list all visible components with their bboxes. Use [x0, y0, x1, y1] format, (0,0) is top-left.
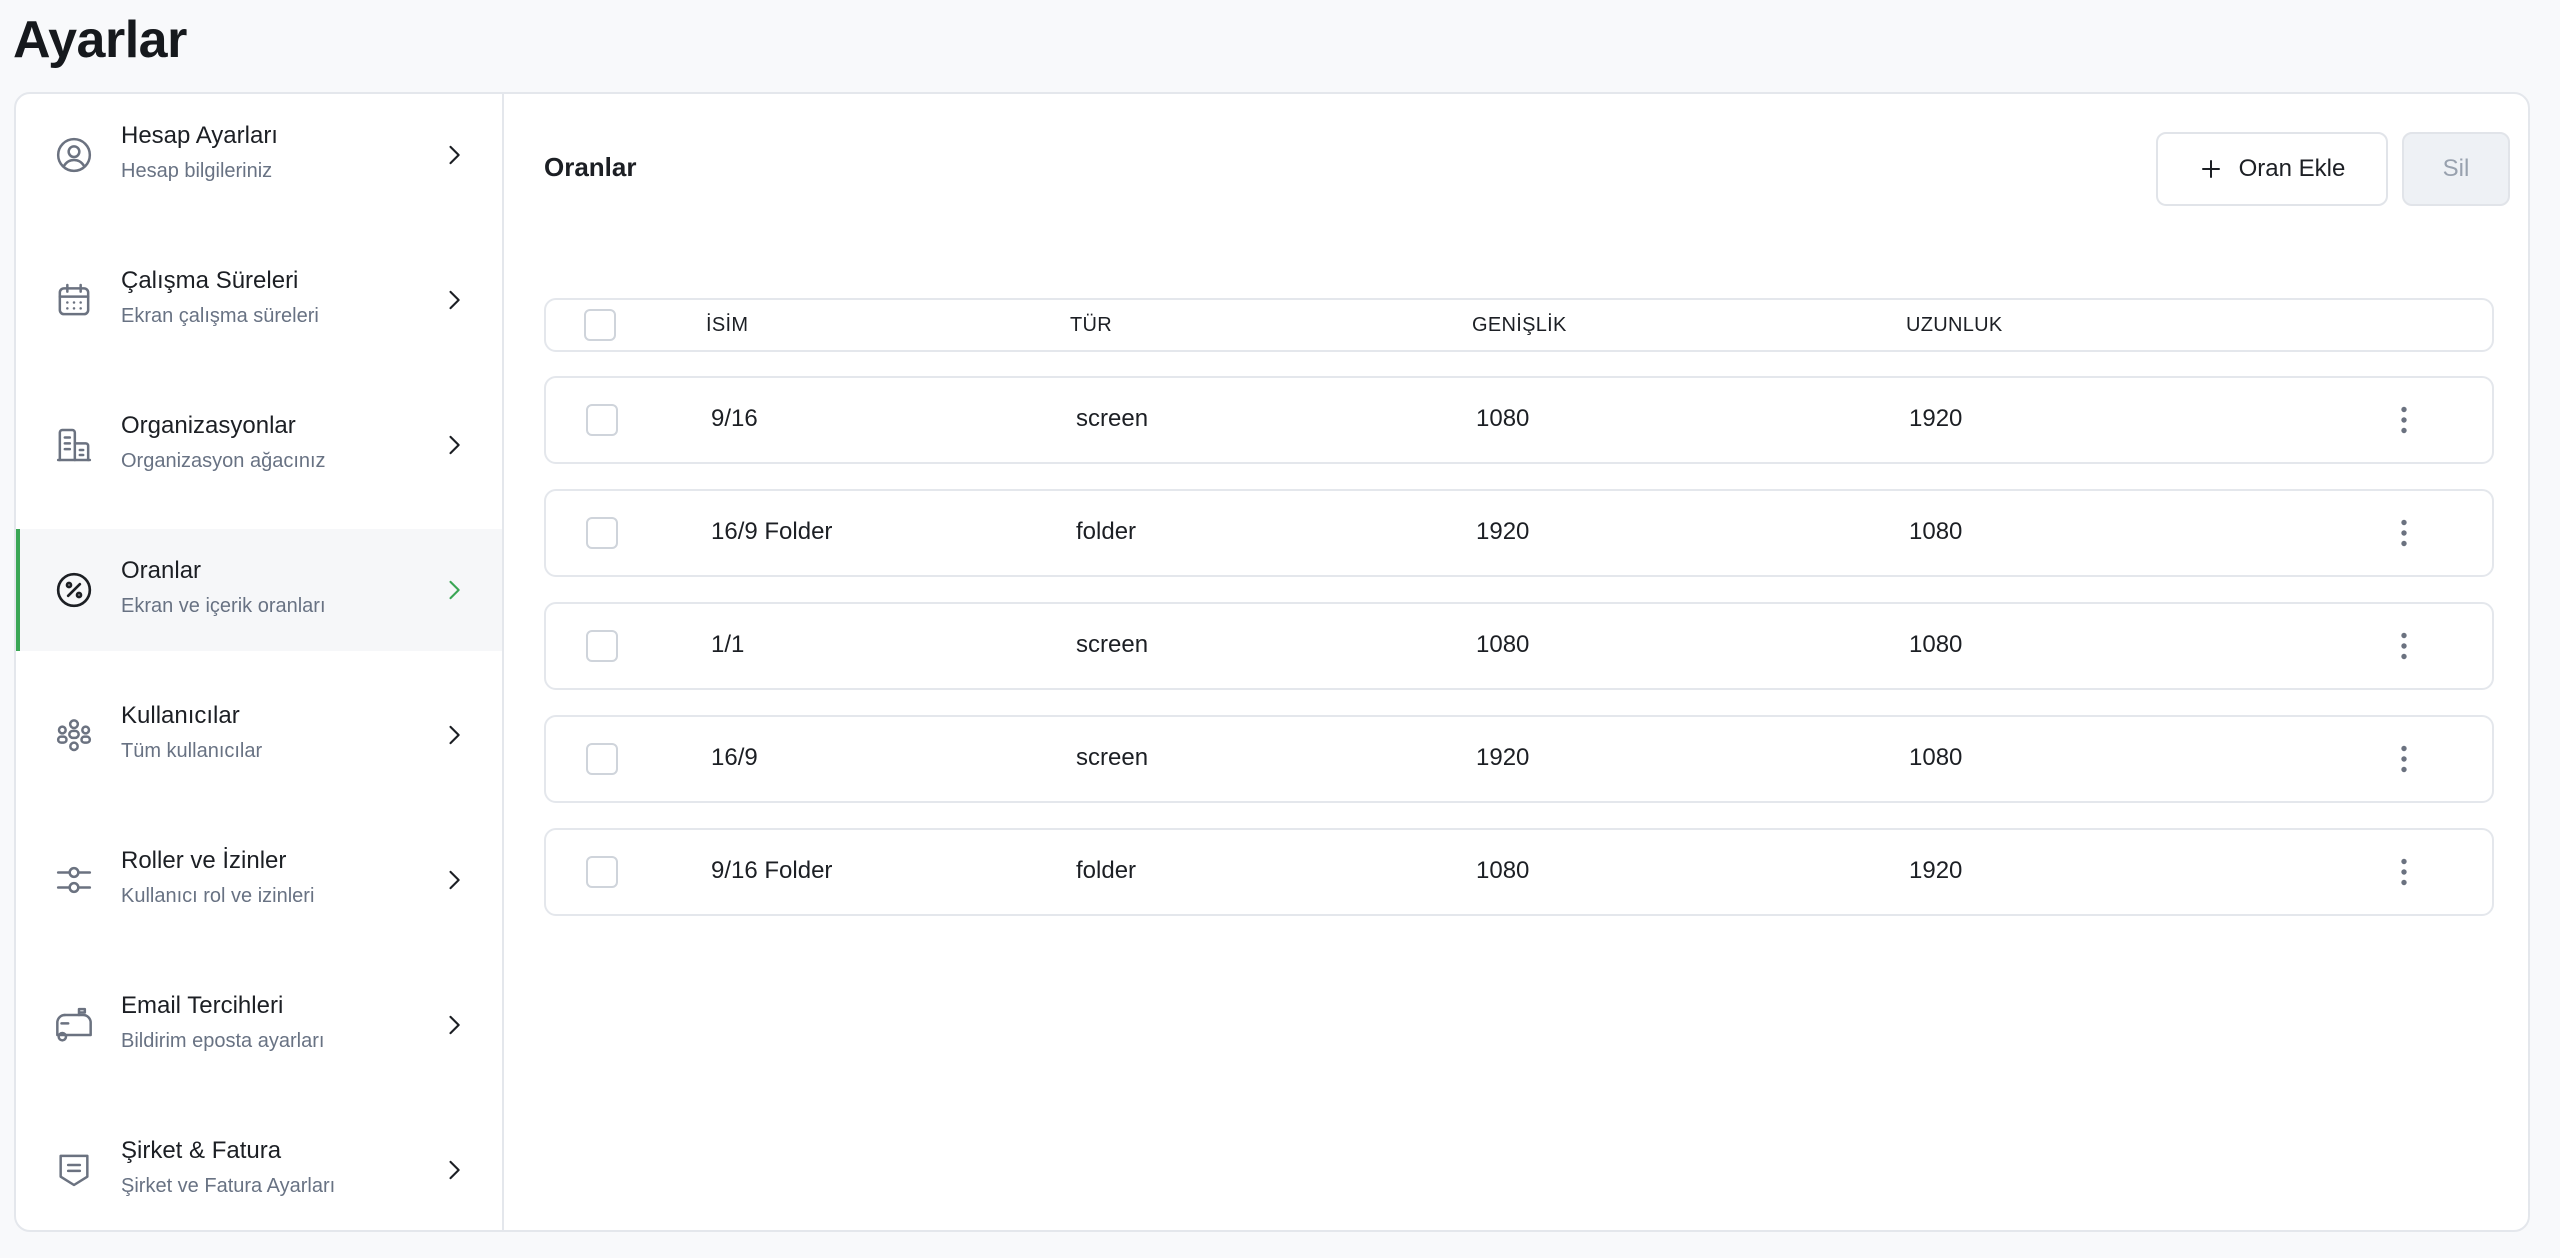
cell-height: 1080 — [1909, 631, 1963, 658]
chevron-right-icon — [440, 286, 468, 314]
invoice-icon — [54, 1150, 94, 1190]
buildings-icon — [54, 425, 94, 465]
table-row: 9/16 Folder folder 1080 1920 — [544, 828, 2494, 916]
sidebar-item-label: Hesap Ayarları — [121, 122, 278, 149]
column-header-type: TÜR — [1070, 314, 1113, 336]
sidebar-item-ratios[interactable]: Oranlar Ekran ve içerik oranları — [16, 529, 502, 651]
cell-name: 1/1 — [711, 631, 745, 658]
sidebar-item-label: Email Tercihleri — [121, 992, 284, 1019]
row-checkbox[interactable] — [586, 630, 618, 662]
sidebar-item-email-preferences[interactable]: Email Tercihleri Bildirim eposta ayarlar… — [16, 964, 502, 1086]
section-title: Oranlar — [544, 152, 637, 182]
chevron-right-icon — [440, 576, 468, 604]
table-header: İSİM TÜR GENİŞLİK UZUNLUK — [544, 298, 2494, 352]
cell-name: 16/9 — [711, 744, 758, 771]
table-row: 1/1 screen 1080 1080 — [544, 602, 2494, 690]
cell-width: 1920 — [1476, 518, 1530, 545]
chevron-right-icon — [440, 866, 468, 894]
sidebar-item-label: Çalışma Süreleri — [121, 267, 299, 294]
users-icon — [54, 715, 94, 755]
chevron-right-icon — [440, 431, 468, 459]
sidebar-item-description: Kullanıcı rol ve izinleri — [121, 885, 315, 907]
ratios-panel: Oranlar Oran Ekle Sil İSİM TÜR GENİŞLİK … — [504, 94, 2528, 1230]
cell-name: 9/16 — [711, 405, 758, 432]
chevron-right-icon — [440, 1011, 468, 1039]
sidebar-item-description: Organizasyon ağacınız — [121, 450, 326, 472]
page-title: Ayarlar — [13, 11, 187, 69]
cell-type: screen — [1076, 405, 1149, 432]
chevron-right-icon — [440, 1156, 468, 1184]
sidebar-item-company-billing[interactable]: Şirket & Fatura Şirket ve Fatura Ayarlar… — [16, 1109, 502, 1230]
column-header-name: İSİM — [706, 314, 749, 336]
row-checkbox[interactable] — [586, 404, 618, 436]
sidebar-item-label: Roller ve İzinler — [121, 847, 287, 874]
sidebar-item-description: Bildirim eposta ayarları — [121, 1030, 325, 1052]
sidebar-item-description: Şirket ve Fatura Ayarları — [121, 1175, 336, 1197]
cell-name: 16/9 Folder — [711, 518, 833, 545]
chevron-right-icon — [440, 141, 468, 169]
sliders-icon — [54, 860, 94, 900]
column-header-width: GENİŞLİK — [1472, 314, 1567, 336]
table-row: 16/9 Folder folder 1920 1080 — [544, 489, 2494, 577]
cell-height: 1080 — [1909, 518, 1963, 545]
cell-height: 1920 — [1909, 857, 1963, 884]
plus-icon — [2199, 157, 2223, 181]
more-vertical-icon[interactable] — [2386, 515, 2422, 551]
cell-width: 1080 — [1476, 857, 1530, 884]
more-vertical-icon[interactable] — [2386, 402, 2422, 438]
cell-width: 1080 — [1476, 631, 1530, 658]
cell-width: 1080 — [1476, 405, 1530, 432]
more-vertical-icon[interactable] — [2386, 741, 2422, 777]
settings-sidebar: Hesap Ayarları Hesap bilgileriniz Çalışm… — [16, 94, 504, 1230]
select-all-checkbox[interactable] — [584, 309, 616, 341]
sidebar-item-label: Kullanıcılar — [121, 702, 240, 729]
cell-type: folder — [1076, 857, 1137, 884]
cell-height: 1080 — [1909, 744, 1963, 771]
settings-card: Hesap Ayarları Hesap bilgileriniz Çalışm… — [14, 92, 2530, 1232]
sidebar-item-description: Hesap bilgileriniz — [121, 160, 273, 182]
add-ratio-button[interactable]: Oran Ekle — [2156, 132, 2388, 206]
calendar-icon — [54, 280, 94, 320]
more-vertical-icon[interactable] — [2386, 628, 2422, 664]
cell-height: 1920 — [1909, 405, 1963, 432]
sidebar-item-label: Organizasyonlar — [121, 412, 296, 439]
cell-width: 1920 — [1476, 744, 1530, 771]
sidebar-item-roles-permissions[interactable]: Roller ve İzinler Kullanıcı rol ve izinl… — [16, 819, 502, 941]
sidebar-item-organizations[interactable]: Organizasyonlar Organizasyon ağacınız — [16, 384, 502, 506]
row-checkbox[interactable] — [586, 517, 618, 549]
row-checkbox[interactable] — [586, 743, 618, 775]
sidebar-item-description: Ekran ve içerik oranları — [121, 595, 326, 617]
cell-type: screen — [1076, 631, 1149, 658]
column-header-height: UZUNLUK — [1906, 314, 2003, 336]
more-vertical-icon[interactable] — [2386, 854, 2422, 890]
sidebar-item-account[interactable]: Hesap Ayarları Hesap bilgileriniz — [16, 94, 502, 216]
table-row: 9/16 screen 1080 1920 — [544, 376, 2494, 464]
sidebar-item-users[interactable]: Kullanıcılar Tüm kullanıcılar — [16, 674, 502, 796]
sidebar-item-description: Ekran çalışma süreleri — [121, 305, 319, 327]
sidebar-item-working-hours[interactable]: Çalışma Süreleri Ekran çalışma süreleri — [16, 239, 502, 361]
sidebar-item-label: Oranlar — [121, 557, 202, 584]
add-ratio-label: Oran Ekle — [2238, 155, 2346, 182]
table-row: 16/9 screen 1920 1080 — [544, 715, 2494, 803]
cell-type: screen — [1076, 744, 1149, 771]
delete-button[interactable]: Sil — [2402, 132, 2510, 206]
sidebar-item-description: Tüm kullanıcılar — [121, 740, 263, 762]
mailbox-icon — [54, 1005, 94, 1045]
cell-name: 9/16 Folder — [711, 857, 833, 884]
chevron-right-icon — [440, 721, 468, 749]
cell-type: folder — [1076, 518, 1137, 545]
sidebar-item-label: Şirket & Fatura — [121, 1137, 282, 1164]
row-checkbox[interactable] — [586, 856, 618, 888]
user-circle-icon — [54, 135, 94, 175]
percent-icon — [54, 570, 94, 610]
